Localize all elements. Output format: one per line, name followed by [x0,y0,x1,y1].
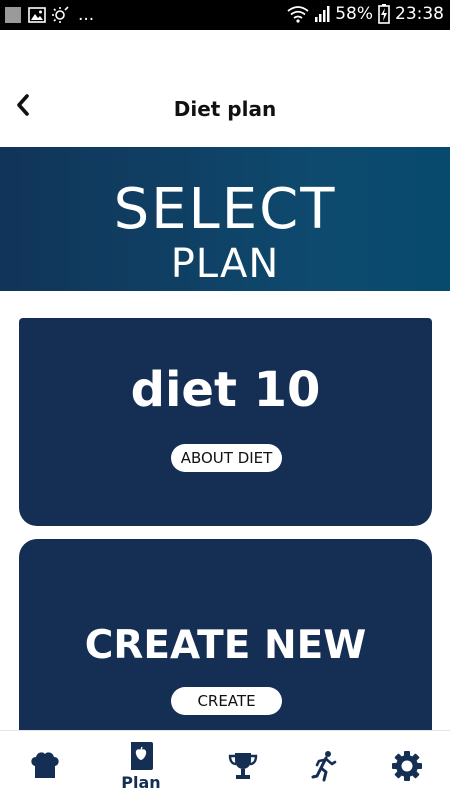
create-new-card[interactable]: CREATE NEW CREATE [19,539,432,749]
banner-heading: SELECT [113,177,337,242]
banner-subheading: PLAN [170,241,280,287]
signal-icon [314,5,330,23]
nav-item-recipes[interactable] [0,731,90,800]
nav-item-plan[interactable]: Plan [96,731,186,800]
clock: 23:38 [395,4,444,24]
bottom-navigation: Plan [0,730,450,800]
app-header: Diet plan [0,30,450,146]
nav-label-plan: Plan [121,772,161,792]
trophy-icon [228,753,258,779]
plan-book-icon [131,741,153,770]
running-icon [311,751,337,782]
diet-plan-screen: ... 58% 23:38 Diet plan SELECT PLAN diet… [0,0,450,800]
status-bar-right: 58% 23:38 [287,4,444,24]
diet-plan-name: diet 10 [130,362,321,418]
create-new-title: CREATE NEW [84,623,367,668]
wifi-icon [287,5,309,23]
notification-square-icon [4,6,22,24]
battery-charging-icon [378,4,390,24]
brightness-icon [52,6,72,24]
nav-item-activity[interactable] [279,731,369,800]
status-bar-left: ... [4,5,94,25]
chef-hat-icon [31,752,59,778]
page-title: Diet plan [173,97,277,121]
diet-plan-card[interactable]: diet 10 ABOUT DIET [19,318,432,526]
gallery-icon [28,6,46,24]
more-notifications-text: ... [78,5,95,25]
nav-item-settings[interactable] [362,731,450,800]
nav-item-achievements[interactable] [198,731,288,800]
battery-percent: 58% [335,4,373,24]
status-bar: ... 58% 23:38 [0,0,450,30]
gear-icon [392,751,422,781]
select-plan-banner: SELECT PLAN [0,147,450,291]
about-diet-button[interactable]: ABOUT DIET [171,444,282,472]
create-button[interactable]: CREATE [171,687,282,715]
